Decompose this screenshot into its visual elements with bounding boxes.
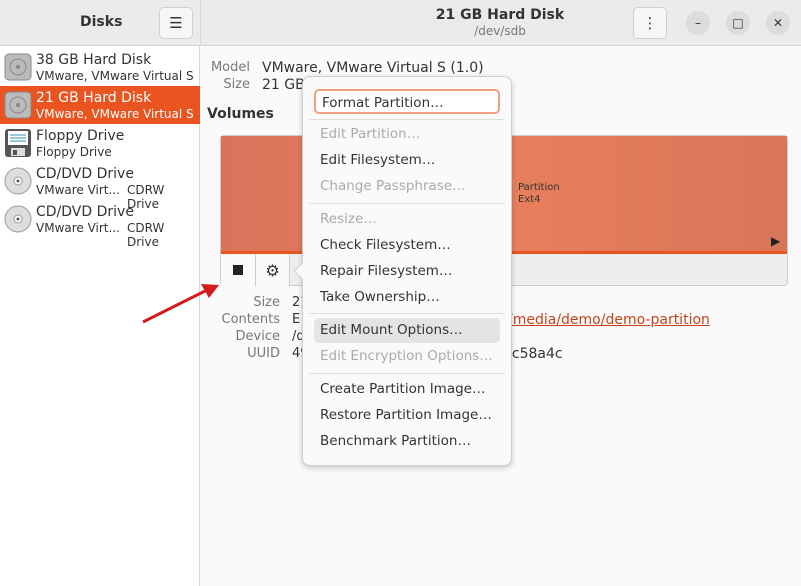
hamburger-menu-button[interactable]: ☰ [159, 7, 193, 39]
menu-restore-partition-image[interactable]: Restore Partition Image… [314, 403, 500, 428]
drive-model: VMware Virt... [36, 221, 120, 235]
hamburger-icon: ☰ [169, 14, 183, 32]
drive-type: CDRW Drive [127, 221, 165, 249]
hard-disk-icon [4, 53, 32, 81]
drive-name: 38 GB Hard Disk [36, 52, 152, 68]
drive-model: VMware, VMware Virtual S [36, 69, 194, 83]
close-button[interactable]: ✕ [766, 11, 790, 35]
drive-item-38gb[interactable]: 38 GB Hard Disk VMware, VMware Virtual S [0, 48, 200, 86]
detail-device-label: Device [235, 329, 280, 344]
menu-separator [309, 119, 505, 120]
gear-icon: ⚙ [265, 260, 280, 280]
unmount-button[interactable] [221, 254, 256, 286]
minimize-icon: – [695, 16, 701, 30]
maximize-button[interactable]: □ [726, 11, 750, 35]
drive-item-cdrom-1[interactable]: CD/DVD Drive VMware Virt... CDRW Drive [0, 162, 200, 211]
partition-options-menu: Format Partition… Edit Partition… Edit F… [293, 76, 512, 466]
drive-item-floppy[interactable]: Floppy Drive Floppy Drive [0, 124, 200, 162]
menu-change-passphrase[interactable]: Change Passphrase… [314, 174, 500, 199]
header-bar: Disks ☰ 21 GB Hard Disk /dev/sdb ⋮ – □ ✕ [0, 0, 801, 46]
menu-edit-encryption-options[interactable]: Edit Encryption Options… [314, 344, 500, 369]
stop-icon [233, 265, 243, 275]
partition-fs: Ext4 [518, 194, 541, 205]
model-label: Model [210, 60, 250, 75]
detail-uuid-label: UUID [247, 346, 280, 361]
menu-format-partition[interactable]: Format Partition… [314, 89, 500, 114]
drive-name: CD/DVD Drive [36, 204, 134, 220]
menu-create-partition-image[interactable]: Create Partition Image… [314, 377, 500, 402]
header-divider [200, 0, 201, 46]
menu-check-filesystem[interactable]: Check Filesystem… [314, 233, 500, 258]
detail-contents-value: E [292, 312, 301, 327]
uuid-tail: lc58a4c [508, 346, 563, 362]
menu-repair-filesystem[interactable]: Repair Filesystem… [314, 259, 500, 284]
menu-separator [309, 373, 505, 374]
hard-disk-icon [4, 91, 32, 119]
sidebar-title: Disks [80, 14, 123, 30]
drive-name: CD/DVD Drive [36, 166, 134, 182]
detail-contents-label: Contents [221, 312, 280, 327]
drive-item-cdrom-2[interactable]: CD/DVD Drive VMware Virt... CDRW Drive [0, 200, 200, 249]
drive-model: VMware, VMware Virtual S [36, 107, 194, 121]
mount-point-link[interactable]: /media/demo/demo-partition [508, 312, 710, 328]
menu-resize[interactable]: Resize… [314, 207, 500, 232]
partition-options-button[interactable]: ⚙ [256, 254, 290, 286]
vertical-dots-icon: ⋮ [642, 14, 658, 32]
red-annotation-arrow-icon [142, 284, 219, 324]
optical-disc-icon [4, 167, 32, 195]
minimize-button[interactable]: – [686, 11, 710, 35]
menu-separator [309, 203, 505, 204]
drive-name: Floppy Drive [36, 128, 125, 144]
menu-edit-mount-options[interactable]: Edit Mount Options… [314, 318, 500, 343]
partition-name: Partition [518, 182, 560, 193]
detail-size-label: Size [253, 295, 280, 310]
model-value: VMware, VMware Virtual S (1.0) [262, 60, 484, 76]
optical-disc-icon [4, 205, 32, 233]
drive-model: VMware Virt... [36, 183, 120, 197]
menu-edit-filesystem[interactable]: Edit Filesystem… [314, 148, 500, 173]
drive-options-button[interactable]: ⋮ [633, 7, 667, 39]
size-value: 21 GB [262, 77, 305, 93]
close-icon: ✕ [772, 16, 784, 30]
menu-edit-partition[interactable]: Edit Partition… [314, 122, 500, 147]
menu-separator [309, 313, 505, 314]
drive-item-21gb[interactable]: 21 GB Hard Disk VMware, VMware Virtual S [0, 86, 200, 124]
floppy-icon [5, 129, 31, 157]
drive-name: 21 GB Hard Disk [36, 90, 152, 106]
drive-model: Floppy Drive [36, 145, 112, 159]
volumes-heading: Volumes [207, 106, 274, 122]
play-arrow-icon: ▶ [771, 234, 781, 248]
size-label: Size [223, 77, 250, 92]
maximize-icon: □ [732, 16, 744, 30]
menu-take-ownership[interactable]: Take Ownership… [314, 285, 500, 310]
menu-benchmark-partition[interactable]: Benchmark Partition… [314, 429, 500, 454]
